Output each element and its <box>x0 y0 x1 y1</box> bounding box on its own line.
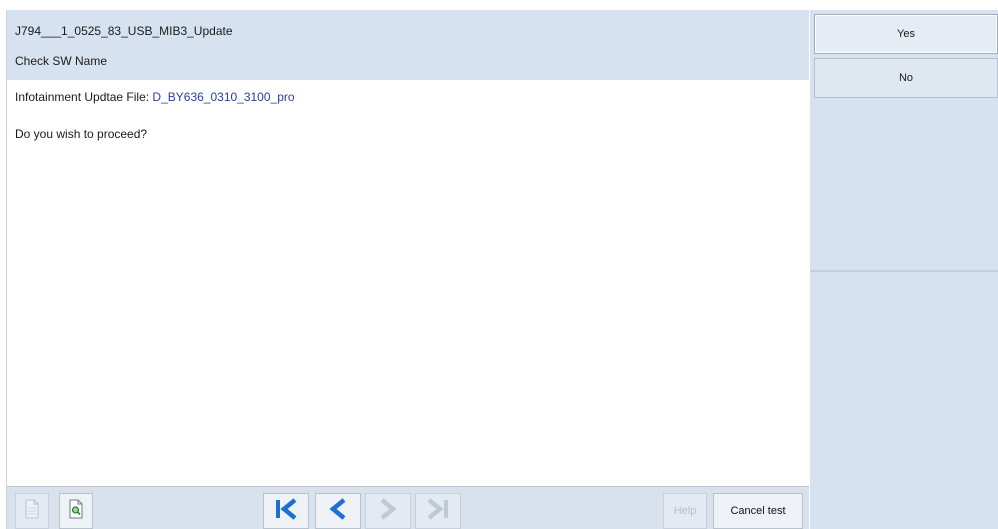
cancel-test-label: Cancel test <box>730 505 786 517</box>
bottom-toolbar: Help Cancel test <box>7 486 809 529</box>
next-icon <box>376 497 400 526</box>
message-area: Infotainment Updtae File: D_BY636_0310_3… <box>7 80 809 488</box>
document-button[interactable] <box>15 493 49 529</box>
top-margin <box>0 0 998 10</box>
action-panel: Yes No <box>810 10 998 529</box>
yes-button[interactable]: Yes <box>814 14 998 54</box>
main-panel: J794___1_0525_83_USB_MIB3_Update Check S… <box>6 10 809 529</box>
dialog-header: J794___1_0525_83_USB_MIB3_Update Check S… <box>7 10 809 80</box>
document-search-button[interactable] <box>59 493 93 529</box>
first-page-button[interactable] <box>263 493 309 529</box>
cancel-test-button[interactable]: Cancel test <box>713 493 803 529</box>
help-label: Help <box>673 505 697 517</box>
page-title: J794___1_0525_83_USB_MIB3_Update <box>15 24 233 38</box>
file-label: Infotainment Updtae File: <box>15 90 150 104</box>
document-icon <box>23 499 41 524</box>
no-label: No <box>898 72 914 84</box>
page-subtitle: Check SW Name <box>15 54 108 68</box>
document-search-icon <box>67 499 85 524</box>
prompt-question: Do you wish to proceed? <box>15 127 148 141</box>
yes-label: Yes <box>897 28 915 40</box>
next-button[interactable] <box>365 493 411 529</box>
panel-divider <box>810 270 998 272</box>
file-value: D_BY636_0310_3100_pro <box>152 90 295 104</box>
help-button[interactable]: Help <box>663 493 707 529</box>
update-file-line: Infotainment Updtae File: D_BY636_0310_3… <box>15 90 295 104</box>
last-page-button[interactable] <box>415 493 461 529</box>
diagnostic-dialog: J794___1_0525_83_USB_MIB3_Update Check S… <box>0 0 998 529</box>
no-button[interactable]: No <box>814 58 998 98</box>
first-page-icon <box>273 497 299 526</box>
previous-icon <box>326 497 350 526</box>
previous-button[interactable] <box>315 493 361 529</box>
last-page-icon <box>425 497 451 526</box>
